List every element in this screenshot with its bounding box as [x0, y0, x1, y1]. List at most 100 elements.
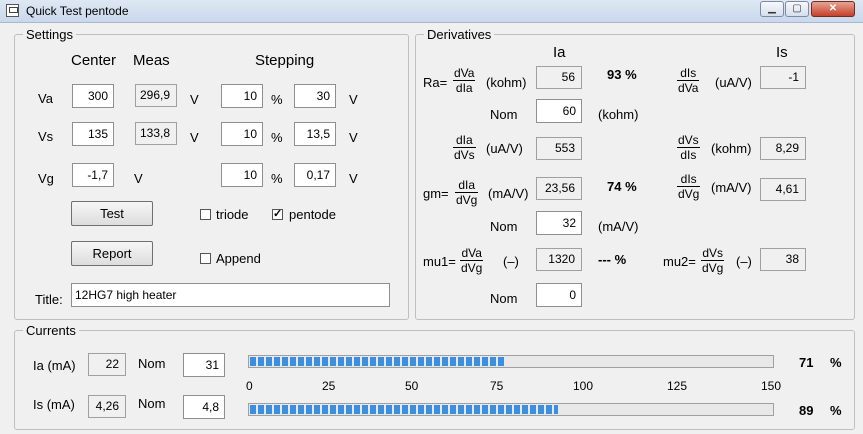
- mu1-unit: (–): [503, 254, 519, 269]
- vs-center-input[interactable]: 135: [72, 122, 114, 146]
- title-label: Title:: [35, 292, 63, 307]
- scale-tick-25: 25: [322, 379, 336, 393]
- append-checkbox[interactable]: [200, 253, 211, 264]
- is-ma-value: 4,26: [88, 395, 126, 418]
- dia-dvs-numerator: dIa: [453, 133, 476, 148]
- pentode-checkbox[interactable]: [272, 207, 283, 220]
- gm-value: 23,56: [536, 177, 582, 200]
- is-ma-label: Is (mA): [33, 397, 75, 412]
- ra-percent: 93 %: [607, 67, 637, 82]
- dis-dva-unit: (uA/V): [715, 75, 752, 90]
- dis-dva-numerator: dIs: [677, 66, 700, 81]
- gm-label: gm=: [423, 186, 449, 201]
- gm-numerator: dIa: [455, 178, 479, 193]
- mu1-numerator: dVa: [460, 246, 484, 261]
- is-percent-sign: %: [830, 403, 842, 418]
- mu1-nom-input[interactable]: 0: [536, 283, 582, 307]
- ia-progress-fill: [250, 357, 506, 366]
- ra-nom-unit: (kohm): [598, 107, 639, 122]
- vg-pct-sign: %: [271, 171, 283, 186]
- is-progress-bar: [248, 403, 774, 416]
- ia-header: Ia: [553, 44, 566, 61]
- va-step-pct-input[interactable]: 10: [221, 84, 263, 108]
- dvs-dis-unit: (kohm): [711, 141, 752, 156]
- dis-dva-denominator: dVa: [678, 81, 699, 95]
- ia-ma-label: Ia (mA): [33, 358, 76, 373]
- title-input[interactable]: 12HG7 high heater: [71, 283, 390, 307]
- triode-checkbox[interactable]: [200, 209, 211, 220]
- ra-numerator: dVa: [453, 66, 476, 81]
- ia-percent: 71: [799, 355, 814, 370]
- ia-nom-input[interactable]: 31: [183, 353, 225, 377]
- gm-percent: 74 %: [607, 179, 637, 194]
- scale-tick-125: 125: [667, 379, 688, 393]
- scale-tick-0: 0: [246, 379, 253, 393]
- ra-nom-label: Nom: [490, 107, 518, 122]
- test-button[interactable]: Test: [71, 201, 153, 226]
- gm-denominator: dVg: [456, 193, 478, 207]
- dvs-dis-fraction: dVs dIs: [677, 133, 700, 162]
- meas-header: Meas: [133, 52, 170, 69]
- vg-step-unit: V: [349, 171, 358, 186]
- dvs-dis-value: 8,29: [760, 137, 806, 160]
- va-center-input[interactable]: 300: [72, 84, 114, 108]
- ia-ma-value: 22: [88, 353, 126, 376]
- ra-denominator: dIa: [455, 81, 473, 95]
- minimize-button[interactable]: ▁: [760, 1, 784, 17]
- derivatives-legend: Derivatives: [424, 27, 495, 42]
- ra-nom-input[interactable]: 60: [536, 99, 582, 123]
- center-header: Center: [71, 52, 117, 69]
- vs-meas-value: 133,8: [135, 122, 177, 145]
- settings-legend: Settings: [23, 27, 76, 42]
- mu2-fraction: dVs dVg: [701, 246, 725, 275]
- vs-step-unit: V: [349, 130, 358, 145]
- window-title: Quick Test pentode: [26, 4, 129, 18]
- mu2-numerator: dVs: [701, 246, 725, 261]
- close-button[interactable]: ✕: [811, 1, 855, 17]
- app-icon: [6, 4, 19, 17]
- is-nom-label: Nom: [138, 396, 166, 411]
- maximize-button[interactable]: ▢: [785, 1, 809, 17]
- mu1-fraction: dVa dVg: [460, 246, 484, 275]
- gm-nom-label: Nom: [490, 219, 518, 234]
- is-percent: 89: [799, 403, 814, 418]
- ia-percent-sign: %: [830, 355, 842, 370]
- mu1-value: 1320: [536, 248, 582, 271]
- is-progress-fill: [250, 405, 558, 414]
- dia-dvs-denominator: dVs: [454, 148, 475, 162]
- triode-label: triode: [216, 207, 249, 222]
- vg-step-pct-input[interactable]: 10: [221, 163, 263, 187]
- mu2-value: 38: [760, 248, 806, 271]
- dia-dvs-fraction: dIa dVs: [453, 133, 476, 162]
- is-header: Is: [776, 44, 788, 61]
- mu2-label: mu2=: [663, 254, 696, 269]
- dis-dvg-unit: (mA/V): [711, 180, 752, 195]
- va-label: Va: [38, 91, 53, 106]
- vg-center-input[interactable]: -1,7: [72, 163, 114, 187]
- vs-step-pct-input[interactable]: 10: [221, 122, 263, 146]
- vs-step-v-input[interactable]: 13,5: [294, 122, 336, 146]
- mu2-unit: (–): [736, 254, 752, 269]
- va-pct-sign: %: [271, 92, 283, 107]
- dis-dvg-denominator: dVg: [678, 187, 700, 201]
- gm-nom-input[interactable]: 32: [536, 211, 582, 235]
- dis-dvg-value: 4,61: [760, 178, 806, 201]
- gm-unit: (mA/V): [488, 186, 529, 201]
- ra-unit: (kohm): [486, 75, 527, 90]
- dia-dvs-unit: (uA/V): [486, 141, 523, 156]
- title-bar: Quick Test pentode ▁ ▢ ✕: [0, 0, 863, 23]
- ra-value: 56: [536, 66, 582, 89]
- vs-unit: V: [190, 130, 199, 145]
- scale-tick-100: 100: [573, 379, 594, 393]
- mu2-denominator: dVg: [702, 261, 724, 275]
- va-step-v-input[interactable]: 30: [294, 84, 336, 108]
- dis-dva-fraction: dIs dVa: [677, 66, 700, 95]
- vs-pct-sign: %: [271, 130, 283, 145]
- gm-fraction: dIa dVg: [455, 178, 479, 207]
- va-meas-value: 296,9: [135, 84, 177, 107]
- vs-label: Vs: [38, 129, 54, 144]
- is-nom-input[interactable]: 4,8: [183, 395, 225, 419]
- vg-step-v-input[interactable]: 0,17: [294, 163, 336, 187]
- dia-dvs-value: 553: [536, 137, 582, 160]
- report-button[interactable]: Report: [71, 241, 153, 266]
